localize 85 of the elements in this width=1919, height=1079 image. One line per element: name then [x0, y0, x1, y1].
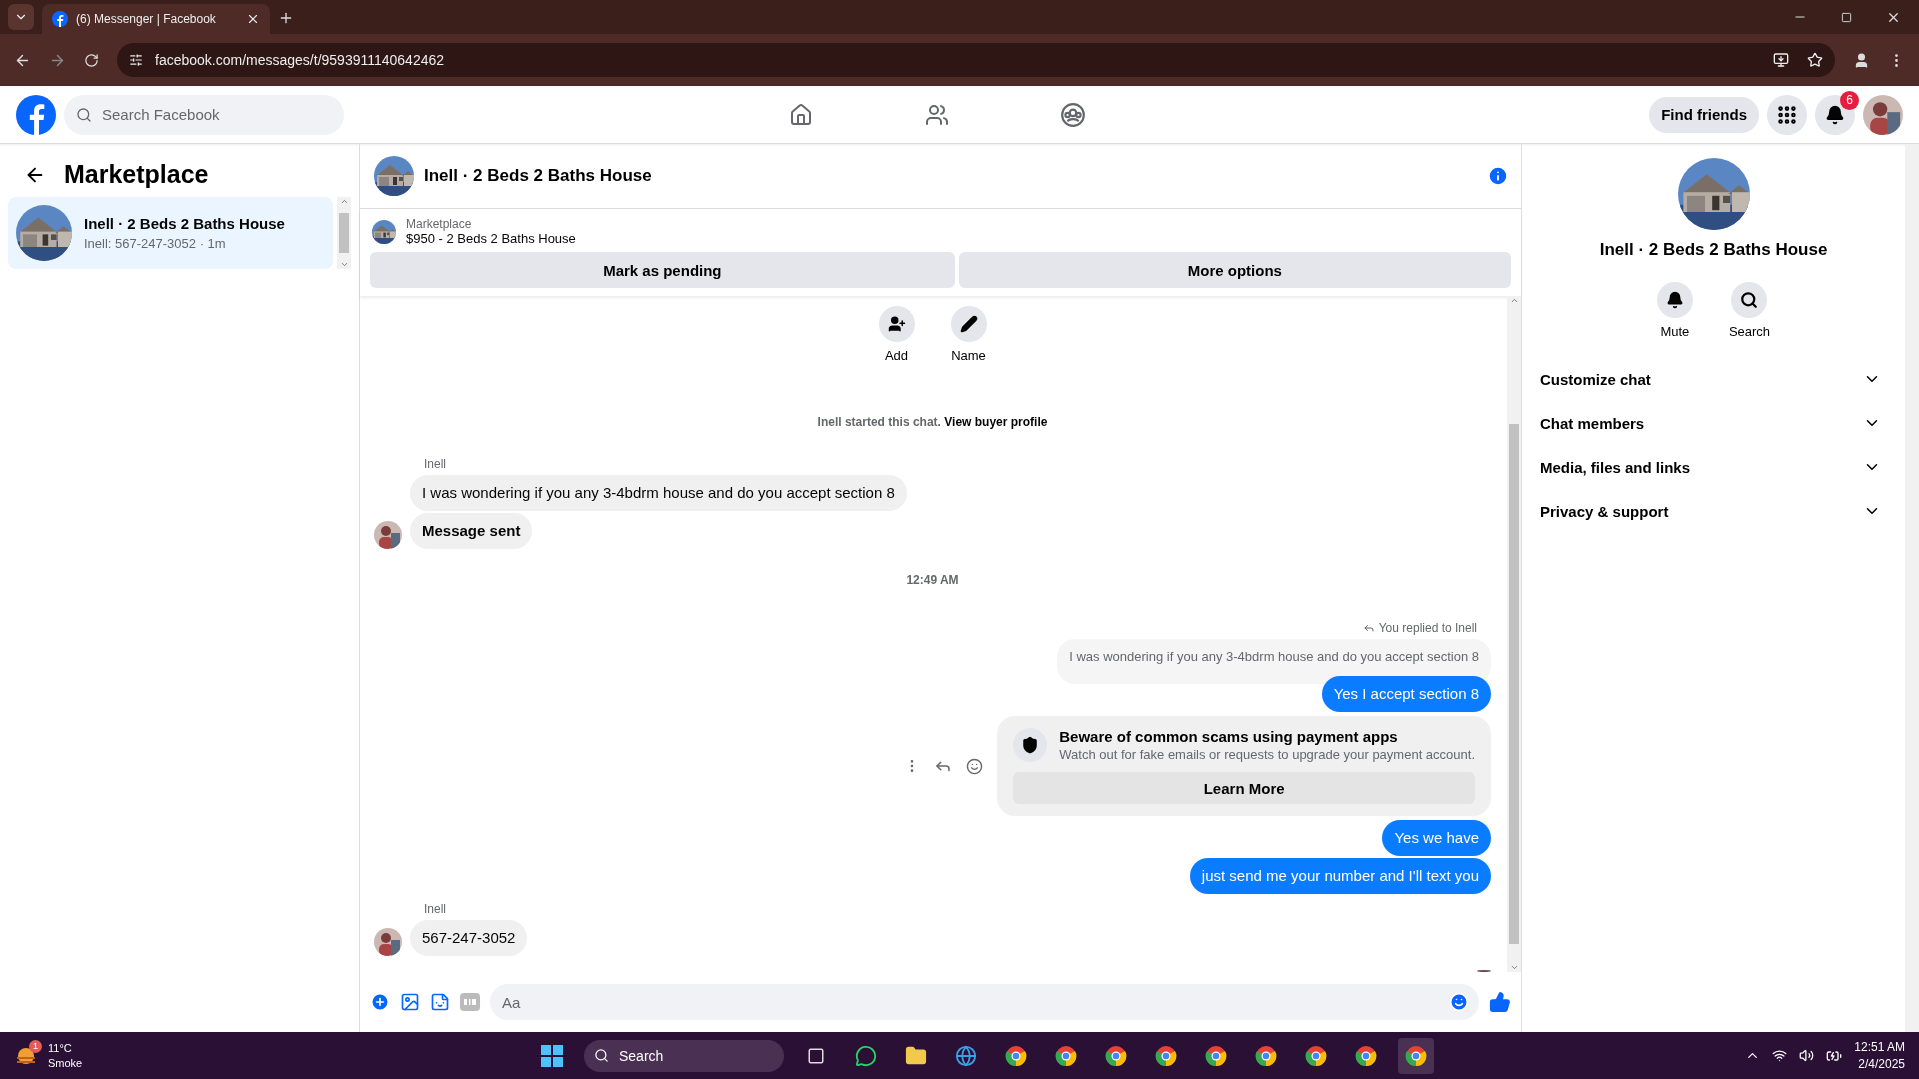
sender-name: Inell: [424, 902, 447, 916]
tab-list-button[interactable]: [8, 4, 34, 30]
warning-text: Watch out for fake emails or requests to upgrade your payment account.: [1059, 747, 1475, 762]
browser-tab[interactable]: (6) Messenger | Facebook: [42, 4, 270, 34]
bookmark-icon[interactable]: [1807, 52, 1823, 68]
facebook-icon: [52, 11, 68, 27]
facebook-logo[interactable]: [16, 94, 56, 135]
action-label: Search: [1728, 324, 1771, 339]
listing-title: $950 - 2 Beds 2 Baths House: [406, 231, 576, 246]
outgoing-message: just send me your number and I'll text you: [1189, 858, 1491, 894]
scroll-up-icon[interactable]: [1509, 296, 1519, 305]
like-icon[interactable]: [1489, 991, 1511, 1013]
add-person-icon[interactable]: [878, 306, 915, 342]
find-friends-button[interactable]: Find friends: [1649, 96, 1759, 133]
wifi-icon[interactable]: [1772, 1048, 1788, 1063]
weather-condition: Smoke: [48, 1055, 83, 1070]
scroll-down-icon[interactable]: [1509, 963, 1519, 972]
incoming-message: I was wondering if you any 3-4bdrm house and do you accept section 8: [410, 475, 907, 511]
browser-icon[interactable]: [1398, 1037, 1434, 1074]
smile-icon[interactable]: [966, 757, 984, 775]
scrollbar[interactable]: [1905, 144, 1919, 1032]
timestamp: 12:49 AM: [905, 573, 960, 587]
tab-title: (6) Messenger | Facebook: [76, 12, 217, 26]
details-section[interactable]: Customize chat: [1538, 357, 1889, 401]
volume-icon[interactable]: [1799, 1048, 1815, 1063]
reload-icon[interactable]: [84, 52, 99, 68]
outgoing-message: Yes we have: [1382, 820, 1491, 856]
incoming-message: Message sent: [410, 513, 533, 549]
plus-icon[interactable]: [370, 992, 390, 1012]
outgoing-message: Yes I accept section 8: [1321, 676, 1491, 712]
listing-label: Marketplace: [406, 217, 473, 231]
incoming-message: 567-247-3052: [410, 920, 528, 956]
action-label: Mute: [1660, 324, 1690, 339]
details-section[interactable]: Media, files and links: [1538, 445, 1889, 489]
search-icon: [76, 106, 92, 123]
emoji-icon[interactable]: [1449, 992, 1469, 1012]
message-field[interactable]: Aa: [500, 992, 1449, 1012]
quoted-message: I was wondering if you any 3-4bdrm house and do you accept section 8: [1057, 639, 1491, 684]
action-label: Name: [951, 348, 986, 363]
sender-name: Inell: [424, 457, 447, 471]
mark-pending-button[interactable]: Mark as pending: [370, 252, 955, 288]
site-settings-icon[interactable]: [129, 53, 143, 67]
chat-title: Inell · 2 Beds 2 Baths House: [424, 166, 653, 186]
search-field[interactable]: Search Facebook: [100, 105, 332, 124]
clock-date: 2/4/2025: [1857, 1055, 1905, 1073]
scrollbar[interactable]: [337, 197, 351, 269]
learn-more-button[interactable]: Learn More: [1013, 772, 1475, 804]
pencil-icon[interactable]: [950, 306, 987, 342]
search-icon: [594, 1048, 609, 1063]
taskbar-search-field[interactable]: Search: [617, 1046, 731, 1065]
scroll-down-icon[interactable]: [339, 260, 349, 269]
warning-title: Beware of common scams using payment apps: [1059, 728, 1399, 745]
clock-time: 12:51 AM: [1854, 1038, 1905, 1056]
temperature: 11°C: [48, 1041, 73, 1056]
scrollbar[interactable]: [1507, 296, 1521, 972]
sticker-icon[interactable]: [430, 992, 450, 1012]
profile-icon[interactable]: [1853, 51, 1870, 69]
search-bar[interactable]: Search Facebook: [64, 94, 344, 135]
details-section[interactable]: Privacy & support: [1538, 489, 1889, 533]
details-section[interactable]: Chat members: [1538, 401, 1889, 445]
panel-title: Marketplace: [64, 160, 209, 189]
info-icon[interactable]: [1487, 165, 1509, 187]
reply-icon: [1362, 622, 1375, 634]
contact-name: Inell · 2 Beds 2 Baths House: [1599, 240, 1828, 260]
bell-icon: [1825, 104, 1845, 125]
notification-badge: 6: [1840, 90, 1859, 110]
weather-badge: 1: [29, 1039, 42, 1053]
scroll-up-icon[interactable]: [339, 197, 349, 206]
image-icon[interactable]: [400, 992, 420, 1012]
bell-icon[interactable]: [1656, 282, 1693, 318]
new-tab-icon[interactable]: [278, 10, 294, 26]
close-icon[interactable]: [246, 12, 260, 26]
taskbar-search-bar[interactable]: Search: [584, 1039, 784, 1072]
shield-icon: [1013, 728, 1048, 762]
menu-icon[interactable]: [1767, 94, 1807, 135]
buyer-profile-link[interactable]: View buyer profile: [944, 415, 1048, 429]
address-bar[interactable]: facebook.com/messages/t/9593911140642462: [117, 43, 1835, 77]
install-icon[interactable]: [1773, 52, 1789, 68]
conversation-item[interactable]: Inell · 2 Beds 2 Baths House Inell: 567-247-3052 · 1m: [8, 197, 333, 269]
search-icon[interactable]: [1731, 282, 1768, 318]
reply-label: You replied to Inell: [1378, 621, 1477, 635]
chat-started-text: Inell started this chat. View buyer profile: [816, 415, 1049, 429]
message-bar[interactable]: Aa: [490, 984, 1479, 1020]
more-options-button[interactable]: More options: [958, 252, 1511, 288]
action-label: Add: [884, 348, 909, 363]
